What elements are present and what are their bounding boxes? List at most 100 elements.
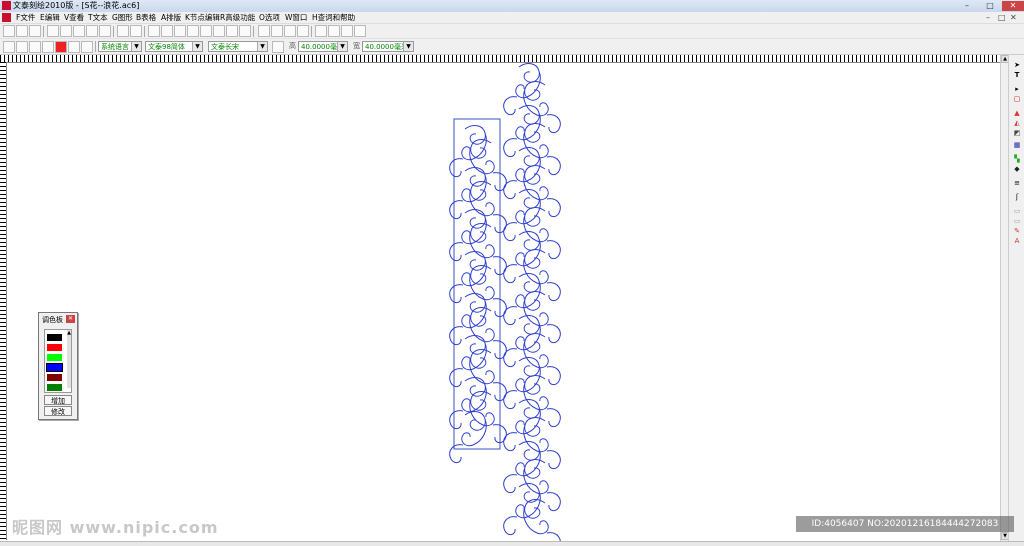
rectangle-tool-icon[interactable]: ▢ xyxy=(1012,95,1022,103)
document-icon[interactable] xyxy=(2,13,11,22)
cut-icon[interactable] xyxy=(47,25,59,37)
zoom-fit-icon[interactable] xyxy=(68,41,80,53)
minimize-button[interactable]: – xyxy=(956,1,978,11)
align-left-icon[interactable] xyxy=(315,25,327,37)
menu-view[interactable]: V查看 xyxy=(62,12,86,23)
width-field[interactable]: 40.0000毫米 ▼ xyxy=(362,41,414,52)
bulb-icon[interactable] xyxy=(239,25,251,37)
open-file-icon[interactable] xyxy=(16,25,28,37)
clipboard-icon[interactable] xyxy=(86,25,98,37)
chevron-down-icon: ▼ xyxy=(192,42,202,51)
framed-ornament[interactable] xyxy=(449,125,507,464)
menu-node-edit[interactable]: K节点编辑 xyxy=(183,12,222,23)
disabled-tool-icon[interactable]: ▭ xyxy=(1012,207,1022,215)
save-file-icon[interactable] xyxy=(29,25,41,37)
standard-toolbar xyxy=(0,24,1024,39)
swatch-blue[interactable] xyxy=(46,363,63,372)
swatch-red[interactable] xyxy=(47,344,62,351)
paste-icon[interactable] xyxy=(73,25,85,37)
select-arrow-icon[interactable]: ➤ xyxy=(1012,61,1022,69)
rect-edit-icon[interactable] xyxy=(297,25,309,37)
font-select[interactable]: 文泰98简体 ▼ xyxy=(145,41,203,52)
palette-scrollbar[interactable]: ▲ xyxy=(67,330,71,388)
new-file-icon[interactable] xyxy=(3,25,15,37)
zoom-select-icon[interactable] xyxy=(29,41,41,53)
swatch-dark-green[interactable] xyxy=(47,384,62,391)
crop-tool-icon[interactable]: ◩ xyxy=(1012,129,1022,137)
text-tool-icon[interactable]: T xyxy=(1012,71,1022,79)
menu-help[interactable]: H查词和帮助 xyxy=(310,12,357,23)
swatch-black[interactable] xyxy=(47,334,62,341)
align-center-icon[interactable] xyxy=(328,25,340,37)
paint-tool-icon[interactable]: ✎ xyxy=(1012,227,1022,235)
menu-graphics[interactable]: G图形 xyxy=(110,12,135,23)
font-style-select[interactable]: 文泰长宋 ▼ xyxy=(208,41,268,52)
menu-window[interactable]: W窗口 xyxy=(283,12,309,23)
app-logo-icon xyxy=(2,1,11,10)
height-label: 高 xyxy=(289,42,296,50)
copy-icon[interactable] xyxy=(60,25,72,37)
text-icon[interactable] xyxy=(213,25,225,37)
ornament-drawing[interactable] xyxy=(7,63,999,541)
add-color-button[interactable]: 增加 xyxy=(44,395,72,405)
fill-tool-icon[interactable]: ◭ xyxy=(1012,119,1022,127)
text-effect-icon[interactable]: A xyxy=(1012,237,1022,245)
swatch-maroon[interactable] xyxy=(47,374,62,381)
line-icon[interactable] xyxy=(284,25,296,37)
font-options-icon[interactable] xyxy=(272,41,284,53)
width-label: 宽 xyxy=(353,42,360,50)
align-tool-icon[interactable]: ≡ xyxy=(1012,179,1022,187)
hook-tool-icon[interactable]: ʃ xyxy=(1012,193,1022,201)
delete-icon[interactable] xyxy=(99,25,111,37)
menu-file[interactable]: F文件 xyxy=(14,12,37,23)
drawing-canvas[interactable] xyxy=(7,63,999,541)
color-tool-icon[interactable]: ▚ xyxy=(1012,155,1022,163)
mdi-minimize-button[interactable]: – xyxy=(986,12,990,23)
align-right-icon[interactable] xyxy=(341,25,353,37)
node-icon[interactable] xyxy=(258,25,270,37)
menu-table[interactable]: B表格 xyxy=(134,12,158,23)
chevron-down-icon: ▼ xyxy=(131,42,141,51)
width-field-value: 40.0000毫米 xyxy=(365,43,408,51)
menu-edit[interactable]: E编辑 xyxy=(38,12,62,23)
redo-icon[interactable] xyxy=(130,25,142,37)
shape-tool-icon[interactable]: ▲ xyxy=(1012,109,1022,117)
swatch-green[interactable] xyxy=(47,354,62,361)
language-select[interactable]: 系统语言 ▼ xyxy=(98,41,142,52)
font-select-value: 文泰98简体 xyxy=(148,43,185,51)
close-button[interactable]: ✕ xyxy=(1002,1,1024,11)
menu-options[interactable]: O选项 xyxy=(257,12,282,23)
vertical-ruler[interactable] xyxy=(0,62,7,540)
preview-icon[interactable] xyxy=(187,25,199,37)
watermark-id: ID:4056407 NO:20201216184444272083 xyxy=(796,516,1014,532)
palette-close-icon[interactable]: ✕ xyxy=(66,315,75,323)
import-icon[interactable] xyxy=(148,25,160,37)
align-justify-icon[interactable] xyxy=(354,25,366,37)
grid-tool-icon[interactable]: ▦ xyxy=(1012,141,1022,149)
disabled-tool-2-icon[interactable]: ▭ xyxy=(1012,217,1022,225)
menu-text[interactable]: T文本 xyxy=(86,12,110,23)
print-icon[interactable] xyxy=(174,25,186,37)
pen-icon[interactable] xyxy=(226,25,238,37)
menu-layout[interactable]: A排版 xyxy=(159,12,183,23)
mdi-close-button[interactable]: ✕ xyxy=(1010,12,1017,23)
zoom-in-icon[interactable] xyxy=(3,41,15,53)
maximize-button[interactable]: □ xyxy=(979,1,1001,11)
horizontal-ruler[interactable] xyxy=(0,55,1000,63)
zoom-page-icon[interactable] xyxy=(81,41,93,53)
bucket-tool-icon[interactable]: ◆ xyxy=(1012,165,1022,173)
triangle-icon[interactable] xyxy=(271,25,283,37)
node-tool-icon[interactable]: ▸ xyxy=(1012,85,1022,93)
menu-advanced[interactable]: R高级功能 xyxy=(218,12,257,23)
undo-icon[interactable] xyxy=(117,25,129,37)
table-icon[interactable] xyxy=(200,25,212,37)
export-icon[interactable] xyxy=(161,25,173,37)
zoom-out-icon[interactable] xyxy=(16,41,28,53)
mdi-restore-button[interactable]: □ xyxy=(998,12,1006,23)
pan-icon[interactable] xyxy=(42,41,54,53)
font-style-select-value: 文泰长宋 xyxy=(211,43,239,51)
edit-color-button[interactable]: 修改 xyxy=(44,406,72,416)
height-field[interactable]: 40.0000毫米 ▼ xyxy=(298,41,348,52)
red-square-icon[interactable] xyxy=(55,41,67,53)
long-ornament-strip[interactable] xyxy=(503,63,561,541)
